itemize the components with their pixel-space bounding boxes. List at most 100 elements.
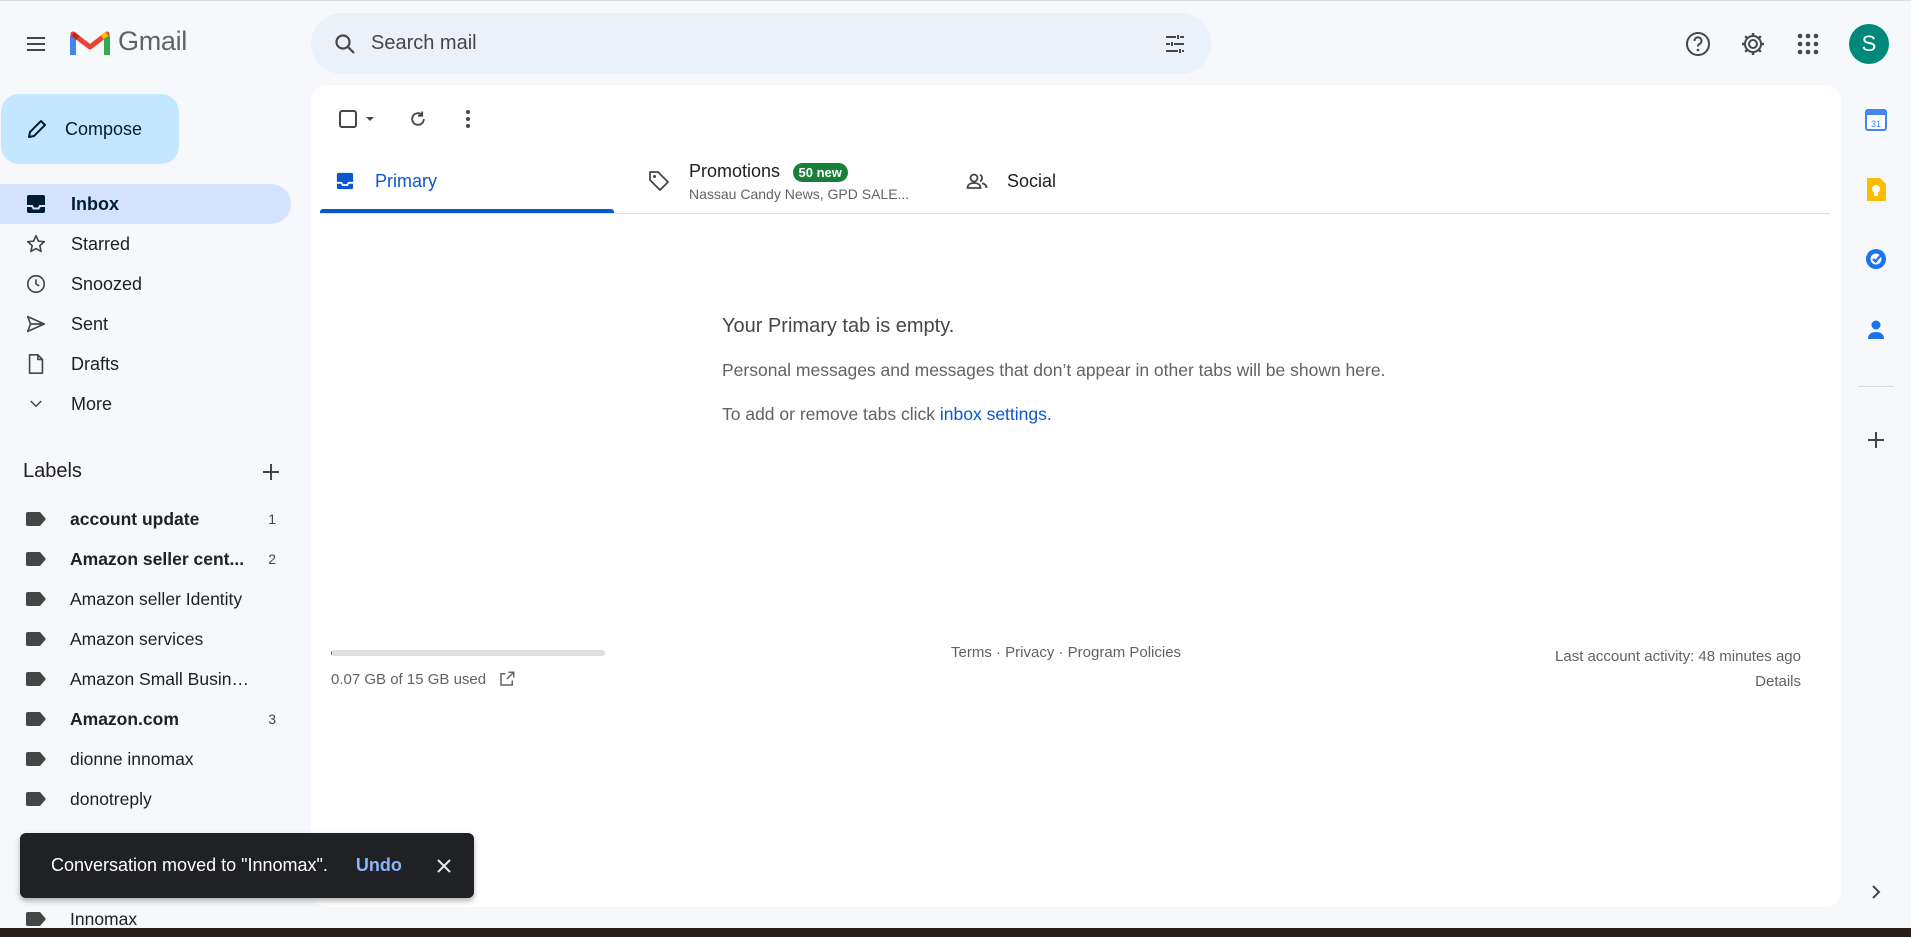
sidebar-item-snoozed[interactable]: Snoozed [0,264,291,304]
label-name: Amazon.com [70,708,179,729]
label-item[interactable]: Amazon seller Identity [0,579,291,619]
more-vert-icon [466,110,470,128]
compose-label: Compose [65,118,143,139]
storage-bar-fill [331,650,333,656]
label-name: Amazon seller cent... [70,548,245,569]
search-icon[interactable] [327,26,363,62]
sidebar-item-sent[interactable]: Sent [0,304,291,344]
label-tag-icon [26,548,48,570]
inbox-icon [331,167,359,195]
label-tag-icon [26,908,48,930]
empty-state-title: Your Primary tab is empty. [722,315,955,337]
search-bar[interactable] [311,13,1211,74]
snackbar: Conversation moved to "Innomax". Undo [20,833,474,898]
gmail-m-icon [70,31,110,55]
add-addon-plus-icon[interactable] [1860,424,1892,456]
open-in-new-icon[interactable] [498,670,516,688]
account-activity: Last account activity: 48 minutes ago De… [1555,644,1801,694]
sidebar-item-drafts[interactable]: Drafts [0,344,291,384]
label-tag-icon [26,668,48,690]
apps-grid-icon[interactable] [1786,22,1830,66]
label-tag-icon [26,508,48,530]
star-icon [24,232,48,256]
tab-label: Promotions [689,160,781,181]
label-item[interactable]: donotreply [0,779,291,819]
label-item[interactable]: Amazon seller cent... 2 [0,539,291,579]
send-icon [24,312,48,336]
activity-details-link[interactable]: Details [1555,669,1801,694]
sidebar-item-starred[interactable]: Starred [0,224,291,264]
tag-icon [645,167,673,195]
plus-icon [263,464,279,480]
search-input[interactable] [371,32,1157,55]
gmail-logo[interactable]: Gmail [70,26,187,57]
compose-button[interactable]: Compose [1,94,179,164]
sidebar-item-more[interactable]: More [0,384,291,424]
sidebar-item-label: Starred [71,233,131,254]
svg-text:31: 31 [1871,119,1881,129]
sidebar-item-label: More [71,393,113,414]
chevron-down-icon [24,392,48,416]
label-count: 3 [268,711,276,727]
tasks-icon[interactable] [1860,243,1892,275]
checkbox-icon [339,110,357,128]
hint-prefix: To add or remove tabs click [722,404,940,424]
expand-side-panel-chevron-icon[interactable] [1860,876,1892,908]
main-menu-button[interactable] [12,20,60,68]
label-item[interactable]: Amazon Small Business [0,659,291,699]
label-name: donotreply [70,788,152,809]
undo-button[interactable]: Undo [356,855,402,876]
label-name: Amazon services [70,628,204,649]
select-checkbox-dropdown[interactable] [329,99,385,139]
label-tag-icon [26,628,48,650]
close-icon[interactable] [430,852,458,880]
rail-divider [1858,386,1894,387]
contacts-icon[interactable] [1860,313,1892,345]
hint-suffix: . [1046,404,1052,424]
hamburger-icon [27,37,45,51]
more-options-button[interactable] [448,99,488,139]
label-name: Amazon seller Identity [70,588,243,609]
last-activity-text: Last account activity: 48 minutes ago [1555,648,1801,665]
label-tag-icon [26,788,48,810]
people-icon [963,167,991,195]
storage-bar [331,650,605,656]
new-count-badge: 50 new [792,162,848,182]
tab-label: Primary [375,170,437,191]
label-tag-icon [26,748,48,770]
footer-policy-links[interactable]: Terms · Privacy · Program Policies [951,644,1181,661]
desktop-taskbar-edge [0,928,1911,937]
keep-icon[interactable] [1860,174,1892,206]
refresh-button[interactable] [398,99,438,139]
label-item[interactable]: dionne innomax [0,739,291,779]
tab-social[interactable]: Social [963,145,1243,217]
account-avatar[interactable]: S [1849,24,1889,64]
add-label-button[interactable] [255,456,287,488]
inbox-settings-link[interactable]: inbox settings [940,404,1047,424]
main-panel: Primary Promotions 50 new Nassau Candy N… [311,85,1841,907]
storage-usage-text: 0.07 GB of 15 GB used [331,670,487,688]
app-name: Gmail [118,26,188,56]
sidebar-item-inbox[interactable]: Inbox [0,184,291,224]
calendar-icon[interactable]: 31 [1860,104,1892,136]
label-name: Amazon Small Business [70,668,250,689]
storage-usage: 0.07 GB of 15 GB used [331,670,516,688]
draft-icon [24,352,48,376]
tab-promotions[interactable]: Promotions 50 new Nassau Candy News, GPD… [645,145,945,217]
label-item[interactable]: account update 1 [0,499,291,539]
label-item[interactable]: Amazon.com 3 [0,699,291,739]
labels-heading: Labels [23,460,82,482]
refresh-icon [411,111,425,126]
sidebar-item-label: Sent [71,313,109,334]
empty-state-description: Personal messages and messages that don’… [722,360,1386,380]
clock-icon [24,272,48,296]
label-tag-icon [26,708,48,730]
sidebar-item-label: Snoozed [71,273,143,294]
label-item[interactable]: Amazon services [0,619,291,659]
label-tag-icon [26,588,48,610]
support-icon[interactable] [1676,22,1720,66]
search-options-icon[interactable] [1157,26,1193,62]
empty-state-hint: To add or remove tabs click inbox settin… [722,404,1052,425]
tab-primary[interactable]: Primary [331,145,625,217]
settings-gear-icon[interactable] [1731,22,1775,66]
